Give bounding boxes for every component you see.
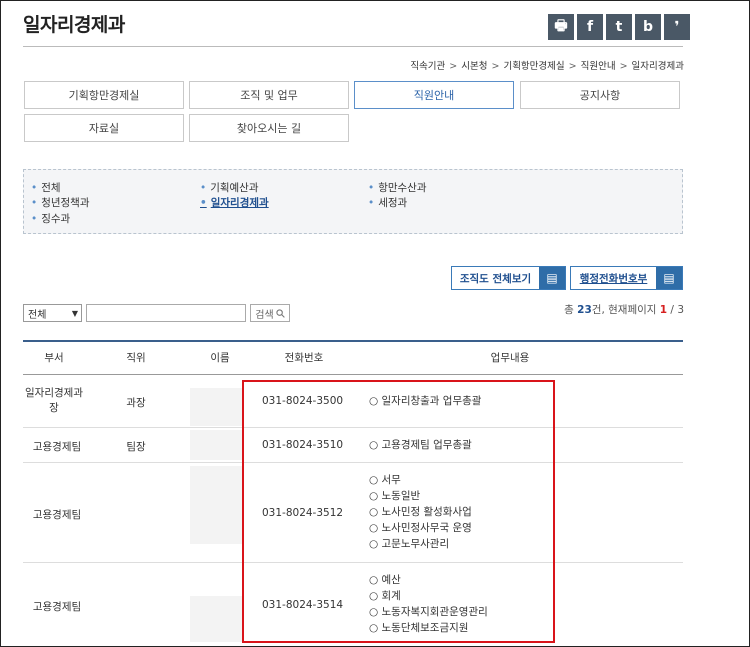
breadcrumb-item[interactable]: 직원안내	[581, 61, 616, 72]
phonebook-label: 행정전화번호부	[579, 272, 648, 285]
table-header-divider	[23, 374, 683, 375]
org-chart-button[interactable]: 조직도 전체보기 ▤	[451, 266, 566, 290]
row2-name	[190, 430, 242, 460]
row2-dept: 고용경제팀	[32, 441, 82, 453]
share-toolbar: 🖶 f t b ❜	[548, 14, 690, 40]
breadcrumb: 직속기관 > 시본청 > 기획항만경제실 > 직원안내 > 일자리경제과	[410, 61, 684, 72]
row2-position: 팀장	[126, 441, 146, 453]
department-filter: 전체 기획예산과 항만수산과 청년정책과 일자리경제과 세정과 징수과	[23, 169, 683, 234]
chevron-down-icon: ▼	[71, 309, 78, 318]
header-position: 직위	[126, 352, 146, 364]
tab-organization[interactable]: 조직 및 업무	[189, 81, 349, 109]
tab-notice[interactable]: 공지사항	[520, 81, 680, 109]
dept-link-youth[interactable]: 청년정책과	[31, 195, 89, 210]
twitter-icon[interactable]: t	[606, 14, 632, 40]
row4-name	[190, 596, 242, 642]
search-input[interactable]	[86, 304, 246, 322]
row1-name	[190, 388, 242, 426]
document-icon: ▤	[656, 267, 682, 289]
table-top-border	[23, 340, 683, 342]
search-button[interactable]: 검색	[250, 304, 290, 322]
title-divider	[23, 46, 683, 47]
story-icon[interactable]: ❜	[664, 14, 690, 40]
tab-directions[interactable]: 찾아오시는 길	[189, 114, 349, 142]
breadcrumb-item[interactable]: 직속기관	[410, 61, 445, 72]
search-icon	[276, 308, 285, 318]
dept-link-collection[interactable]: 징수과	[31, 211, 70, 226]
dept-link-budget[interactable]: 기획예산과	[200, 180, 258, 195]
dept-link-port[interactable]: 항만수산과	[368, 180, 426, 195]
header-name: 이름	[210, 352, 230, 364]
breadcrumb-item[interactable]: 기획항만경제실	[503, 61, 564, 72]
dept-link-all[interactable]: 전체	[31, 180, 60, 195]
tab-staff[interactable]: 직원안내	[354, 81, 514, 109]
row1-position: 과장	[126, 397, 146, 409]
row3-dept: 고용경제팀	[32, 509, 82, 521]
result-count: 총 23건, 현재페이지 1 / 3	[564, 304, 684, 316]
row4-dept: 고용경제팀	[32, 601, 82, 613]
search-scope-select[interactable]: 전체 ▼	[23, 304, 82, 322]
row3-name	[190, 466, 242, 544]
dept-link-tax[interactable]: 세정과	[368, 195, 407, 210]
header-phone: 전화번호	[284, 352, 324, 364]
print-icon[interactable]: 🖶	[548, 14, 574, 40]
page-title: 일자리경제과	[23, 14, 125, 36]
blog-icon[interactable]: b	[635, 14, 661, 40]
org-chart-label: 조직도 전체보기	[459, 272, 532, 285]
tab-planning-office[interactable]: 기획항만경제실	[24, 81, 184, 109]
breadcrumb-item[interactable]: 일자리경제과	[632, 61, 684, 72]
document-icon: ▤	[539, 267, 565, 289]
phonebook-button[interactable]: 행정전화번호부 ▤	[570, 266, 683, 290]
facebook-icon[interactable]: f	[577, 14, 603, 40]
breadcrumb-item[interactable]: 시본청	[461, 61, 487, 72]
row1-dept: 일자리경제과장	[25, 387, 83, 414]
tab-archive[interactable]: 자료실	[24, 114, 184, 142]
header-duties: 업무내용	[490, 352, 530, 364]
highlight-box	[242, 380, 555, 643]
dept-link-jobs[interactable]: 일자리경제과	[200, 195, 269, 210]
header-dept: 부서	[44, 352, 64, 364]
